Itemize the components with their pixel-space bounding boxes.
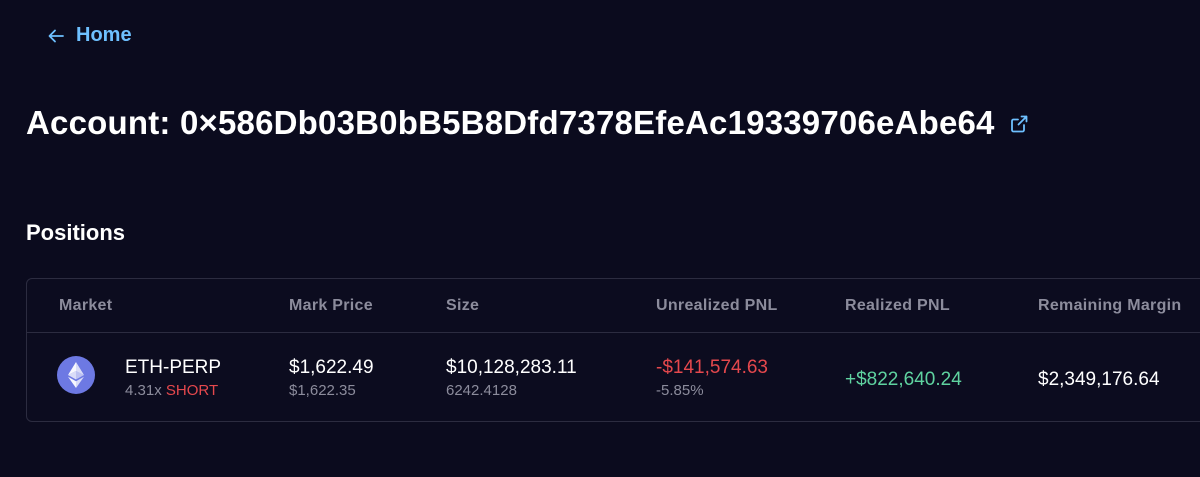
size-units: 6242.4128 xyxy=(446,382,517,399)
column-header-mark-price[interactable]: Mark Price xyxy=(289,297,373,315)
leverage: 4.31x xyxy=(125,382,162,399)
unrealized-pnl: -$141,574.63 xyxy=(656,357,768,378)
realized-pnl: +$822,640.24 xyxy=(845,369,962,390)
table-header: Market Mark Price Size Unrealized PNL Re… xyxy=(27,279,1200,333)
positions-table: Market Mark Price Size Unrealized PNL Re… xyxy=(26,278,1200,422)
remaining-margin-cell: $2,349,176.64 xyxy=(1038,369,1160,391)
column-header-remaining-margin[interactable]: Remaining Margin xyxy=(1038,297,1181,315)
position-leverage-side: 4.31x SHORT xyxy=(125,381,221,401)
unrealized-pnl-percent: -5.85% xyxy=(656,382,704,399)
remaining-margin: $2,349,176.64 xyxy=(1038,369,1160,390)
back-home-link[interactable]: Home xyxy=(48,24,132,47)
market-cell: ETH-PERP 4.31x SHORT xyxy=(125,357,221,401)
market-name: ETH-PERP xyxy=(125,357,222,378)
mark-price: $1,622.49 xyxy=(289,357,374,378)
column-header-market[interactable]: Market xyxy=(59,297,112,315)
ethereum-icon xyxy=(57,356,95,394)
positions-title: Positions xyxy=(26,220,126,245)
column-header-realized-pnl[interactable]: Realized PNL xyxy=(845,297,950,315)
entry-price: $1,622.35 xyxy=(289,382,356,399)
back-home-label: Home xyxy=(76,24,132,46)
unrealized-pnl-cell: -$141,574.63 -5.85% xyxy=(656,357,768,401)
column-header-size[interactable]: Size xyxy=(446,297,479,315)
side-badge: SHORT xyxy=(165,382,219,399)
realized-pnl-cell: +$822,640.24 xyxy=(845,369,962,391)
arrow-left-icon xyxy=(48,29,64,43)
account-page: Home Account: 0×586Db03B0bB5B8Dfd7378Efe… xyxy=(0,0,1200,477)
size-cell: $10,128,283.11 6242.4128 xyxy=(446,357,577,401)
external-link-icon[interactable] xyxy=(1009,114,1029,134)
mark-price-cell: $1,622.49 $1,622.35 xyxy=(289,357,374,401)
size-usd: $10,128,283.11 xyxy=(446,357,577,378)
account-prefix: Account: xyxy=(26,104,180,141)
table-row[interactable]: ETH-PERP 4.31x SHORT $1,622.49 $1,622.35… xyxy=(27,333,1200,421)
account-address: 0×586Db03B0bB5B8Dfd7378EfeAc19339706eAbe… xyxy=(179,104,995,141)
page-title: Account: 0×586Db03B0bB5B8Dfd7378EfeAc193… xyxy=(26,104,1029,142)
column-header-unrealized-pnl[interactable]: Unrealized PNL xyxy=(656,297,778,315)
